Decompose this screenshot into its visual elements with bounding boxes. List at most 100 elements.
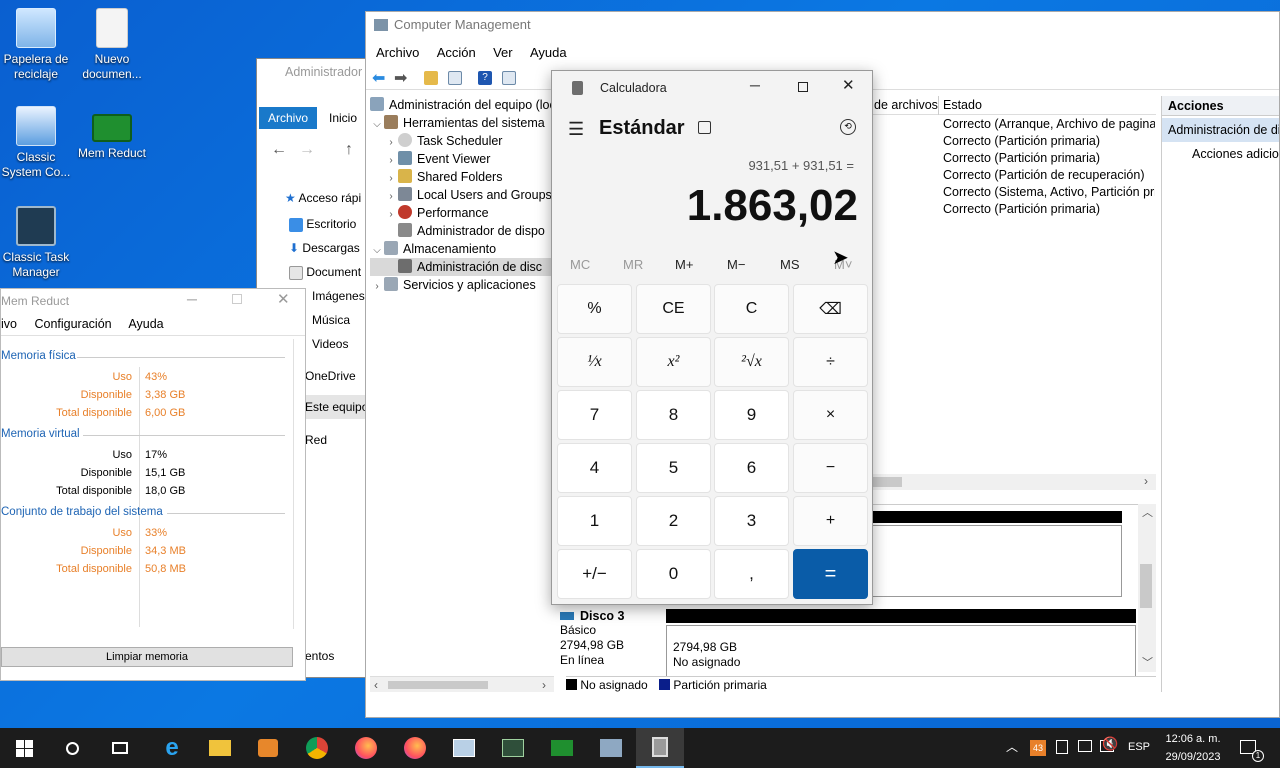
- nav-downloads[interactable]: ⬇ Descargas: [289, 241, 360, 255]
- tray-app-icon[interactable]: [1056, 740, 1068, 754]
- volume-list-scrollbar[interactable]: ›: [872, 474, 1156, 490]
- scroll-left-icon[interactable]: ‹: [374, 678, 378, 692]
- tree-item-system-tools[interactable]: ⌵ Herramientas del sistema: [370, 114, 554, 132]
- tray-mem-reduct-badge[interactable]: 43: [1030, 740, 1046, 756]
- column-status[interactable]: Estado: [943, 98, 982, 112]
- desktop-icon-new-document[interactable]: Nuevo documen...: [76, 8, 148, 82]
- digit-7-button[interactable]: 7: [557, 390, 632, 440]
- actions-more[interactable]: Acciones adicior: [1162, 142, 1279, 166]
- memory-recall-button[interactable]: MR: [623, 257, 643, 272]
- scroll-right-icon[interactable]: ›: [1144, 474, 1148, 488]
- clear-button[interactable]: C: [714, 284, 789, 334]
- taskbar-edge[interactable]: e: [148, 728, 196, 768]
- tree-item-device-manager[interactable]: Administrador de dispo: [370, 222, 554, 240]
- nav-onedrive[interactable]: OneDrive: [305, 369, 356, 383]
- column-file-system[interactable]: de archivos: [874, 98, 938, 112]
- scroll-right-icon[interactable]: ›: [542, 678, 546, 692]
- tree-item-local-users[interactable]: › Local Users and Groups: [370, 186, 554, 204]
- clock-date[interactable]: 29/09/2023: [1162, 751, 1224, 763]
- backspace-button[interactable]: ⌫: [793, 284, 868, 334]
- status-cell[interactable]: Correcto (Partición primaria): [943, 133, 1155, 150]
- equals-button[interactable]: =: [793, 549, 868, 599]
- minimize-button[interactable]: ─: [750, 77, 760, 93]
- clear-entry-button[interactable]: CE: [636, 284, 711, 334]
- tray-device-icon[interactable]: [1078, 740, 1092, 752]
- status-cell[interactable]: Correcto (Sistema, Activo, Partición pri…: [943, 184, 1155, 201]
- disk-partition-box-top[interactable]: [872, 525, 1122, 597]
- chevron-right-icon[interactable]: ›: [370, 278, 384, 296]
- divide-button[interactable]: ÷: [793, 337, 868, 387]
- desktop-icon-classic-task-manager[interactable]: Classic Task Manager: [0, 206, 72, 280]
- unallocated-partition[interactable]: 2794,98 GB No asignado: [666, 625, 1136, 677]
- square-button[interactable]: x²: [636, 337, 711, 387]
- reciprocal-button[interactable]: ¹⁄x: [557, 337, 632, 387]
- tree-item-disk-management[interactable]: Administración de disc: [370, 258, 554, 276]
- taskbar-media[interactable]: [244, 728, 292, 768]
- taskbar-computer-management[interactable]: [587, 728, 635, 768]
- menu-ayuda[interactable]: Ayuda: [530, 45, 567, 60]
- nav-documents[interactable]: Document: [289, 265, 361, 280]
- back-arrow-icon[interactable]: ←: [271, 141, 287, 159]
- taskbar-explorer[interactable]: [196, 728, 244, 768]
- nav-network[interactable]: Red: [305, 433, 327, 447]
- scroll-thumb[interactable]: [872, 477, 902, 487]
- keep-on-top-icon[interactable]: [698, 121, 711, 134]
- multiply-button[interactable]: ×: [793, 390, 868, 440]
- digit-6-button[interactable]: 6: [714, 443, 789, 493]
- tree-item-root[interactable]: Administración del equipo (loc: [370, 96, 554, 114]
- subtract-button[interactable]: −: [793, 443, 868, 493]
- scrollbar-track[interactable]: [293, 339, 294, 629]
- scroll-thumb[interactable]: [1140, 564, 1152, 608]
- task-view-button[interactable]: [96, 728, 144, 768]
- up-folder-icon[interactable]: [424, 71, 438, 85]
- clean-memory-button[interactable]: Limpiar memoria: [1, 647, 293, 667]
- taskbar-mem-reduct[interactable]: [538, 728, 586, 768]
- scroll-up-icon[interactable]: ︿: [1142, 504, 1153, 520]
- negate-button[interactable]: +/−: [557, 549, 632, 599]
- digit-5-button[interactable]: 5: [636, 443, 711, 493]
- digit-8-button[interactable]: 8: [636, 390, 711, 440]
- digit-2-button[interactable]: 2: [636, 496, 711, 546]
- decimal-button[interactable]: ,: [714, 549, 789, 599]
- square-root-button[interactable]: ²√x: [714, 337, 789, 387]
- back-icon[interactable]: ⬅: [372, 68, 385, 88]
- maximize-button[interactable]: [232, 294, 242, 304]
- tree-item-event-viewer[interactable]: › Event Viewer: [370, 150, 554, 168]
- digit-9-button[interactable]: 9: [714, 390, 789, 440]
- nav-videos[interactable]: Videos: [312, 337, 348, 351]
- disk-view-scrollbar[interactable]: ︿ ﹀: [1138, 504, 1156, 672]
- desktop-icon-mem-reduct[interactable]: Mem Reduct: [76, 106, 148, 161]
- show-tree-icon[interactable]: [448, 71, 462, 85]
- maximize-button[interactable]: [798, 82, 808, 92]
- digit-4-button[interactable]: 4: [557, 443, 632, 493]
- taskbar-firefox[interactable]: [342, 728, 390, 768]
- actions-selected[interactable]: Administración de dis: [1162, 118, 1279, 142]
- desktop-icon-classic-system[interactable]: Classic System Co...: [0, 106, 72, 180]
- tree-item-task-scheduler[interactable]: › Task Scheduler: [370, 132, 554, 150]
- chevron-right-icon[interactable]: ›: [384, 206, 398, 224]
- menu-archivo[interactable]: Archivo: [376, 45, 419, 60]
- nav-music[interactable]: Música: [312, 313, 350, 327]
- search-button[interactable]: [48, 728, 96, 768]
- memory-clear-button[interactable]: MC: [570, 257, 590, 272]
- memory-store-button[interactable]: MS: [780, 257, 800, 272]
- desktop-icon-recycle-bin[interactable]: Papelera de reciclaje: [0, 8, 72, 82]
- history-icon[interactable]: ⟲: [840, 119, 856, 135]
- language-indicator[interactable]: ESP: [1128, 741, 1150, 753]
- menu-file[interactable]: ivo: [1, 317, 17, 331]
- taskbar-task-manager[interactable]: [489, 728, 537, 768]
- tree-horizontal-scrollbar[interactable]: ‹ ›: [370, 676, 554, 692]
- scroll-thumb[interactable]: [388, 681, 488, 689]
- menu-settings[interactable]: Configuración: [34, 317, 111, 331]
- help-icon[interactable]: ?: [478, 71, 492, 85]
- percent-button[interactable]: %: [557, 284, 632, 334]
- nav-desktop[interactable]: Escritorio: [289, 217, 356, 232]
- taskbar-control-panel[interactable]: [440, 728, 488, 768]
- up-arrow-icon[interactable]: ↑: [345, 141, 353, 159]
- status-cell[interactable]: Correcto (Partición de recuperación): [943, 167, 1155, 184]
- chevron-down-icon[interactable]: ⌵: [370, 242, 384, 260]
- tree-item-performance[interactable]: › Performance: [370, 204, 554, 222]
- explorer-tab-home[interactable]: Inicio: [329, 111, 357, 125]
- digit-0-button[interactable]: 0: [636, 549, 711, 599]
- volume-muted-icon[interactable]: 🔇: [1102, 736, 1118, 752]
